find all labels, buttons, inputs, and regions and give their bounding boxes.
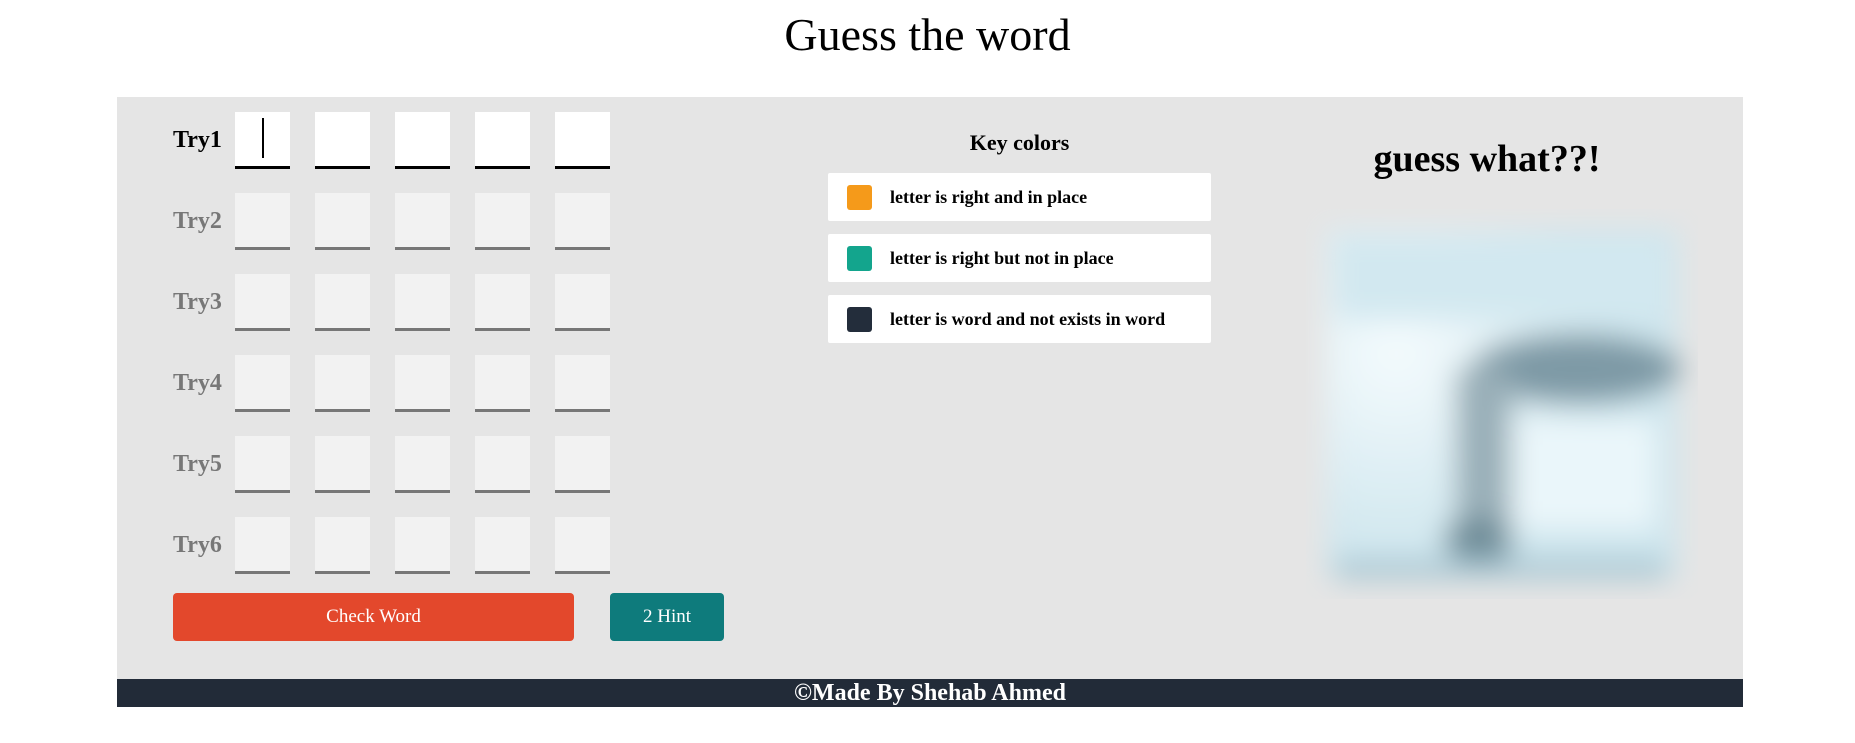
letter-input	[555, 435, 610, 493]
letter-input	[395, 435, 450, 493]
letter-input	[315, 192, 370, 250]
letter-input	[315, 516, 370, 574]
letter-input	[395, 516, 450, 574]
letter-input	[315, 273, 370, 331]
game-panel: Try1 Try2 Try3 Try4 Try5 Try6 Check Word 2 Hi…	[117, 97, 1743, 679]
try-row-6: Try6	[173, 516, 635, 574]
try-label: Try4	[173, 369, 222, 396]
key-color-description: letter is right but not in place	[890, 247, 1114, 268]
letter-input[interactable]	[555, 111, 610, 169]
check-word-button[interactable]: Check Word	[173, 593, 574, 641]
letter-input	[555, 273, 610, 331]
key-color-item: letter is right and in place	[828, 173, 1211, 221]
text-cursor	[262, 117, 264, 158]
letter-input	[475, 273, 530, 331]
letter-input	[235, 354, 290, 412]
key-color-description: letter is right and in place	[890, 186, 1088, 207]
try-label: Try3	[173, 288, 222, 315]
key-colors-legend: Key colors letter is right and in place l…	[828, 130, 1211, 356]
key-color-description: letter is word and not exists in word	[890, 308, 1166, 329]
color-swatch	[847, 306, 872, 332]
key-color-item: letter is right but not in place	[828, 234, 1211, 282]
footer: ©Made By Shehab Ahmed	[117, 679, 1743, 707]
letter-input	[475, 354, 530, 412]
key-colors-title: Key colors	[969, 130, 1070, 155]
letter-input	[235, 516, 290, 574]
letter-input	[315, 435, 370, 493]
key-color-item: letter is word and not exists in word	[828, 295, 1211, 343]
try-label: Try6	[173, 531, 222, 558]
letter-input	[395, 354, 450, 412]
letter-input	[395, 192, 450, 250]
page-title: Guess the word	[784, 9, 1071, 60]
blurred-hint-image	[1306, 209, 1698, 599]
letter-input[interactable]	[235, 111, 290, 169]
letter-input	[555, 516, 610, 574]
letter-input[interactable]	[475, 111, 530, 169]
try-label: Try2	[173, 207, 222, 234]
letter-input	[555, 354, 610, 412]
letter-input	[475, 435, 530, 493]
hint-button[interactable]: 2 Hint	[610, 593, 724, 641]
try-row-3: Try3	[173, 273, 635, 331]
blurred-hint-image-svg	[1326, 229, 1681, 579]
letter-input[interactable]	[395, 111, 450, 169]
try-row-5: Try5	[173, 435, 635, 493]
color-swatch	[847, 184, 872, 210]
try-label: Try5	[173, 450, 222, 477]
letter-input	[475, 192, 530, 250]
letter-input	[235, 192, 290, 250]
letter-input	[235, 435, 290, 493]
hint-area: guess what??!	[1282, 137, 1692, 579]
color-swatch	[847, 245, 872, 271]
letter-input	[315, 354, 370, 412]
letter-input	[235, 273, 290, 331]
letter-input[interactable]	[315, 111, 370, 169]
letter-input	[395, 273, 450, 331]
try-row-1: Try1	[173, 111, 635, 169]
try-label: Try1	[173, 126, 222, 153]
letter-input	[475, 516, 530, 574]
try-row-4: Try4	[173, 354, 635, 412]
hint-heading: guess what??!	[1373, 138, 1601, 180]
letter-input	[555, 192, 610, 250]
try-row-2: Try2	[173, 192, 635, 250]
key-colors-list: letter is right and in place letter is ri…	[828, 173, 1211, 343]
